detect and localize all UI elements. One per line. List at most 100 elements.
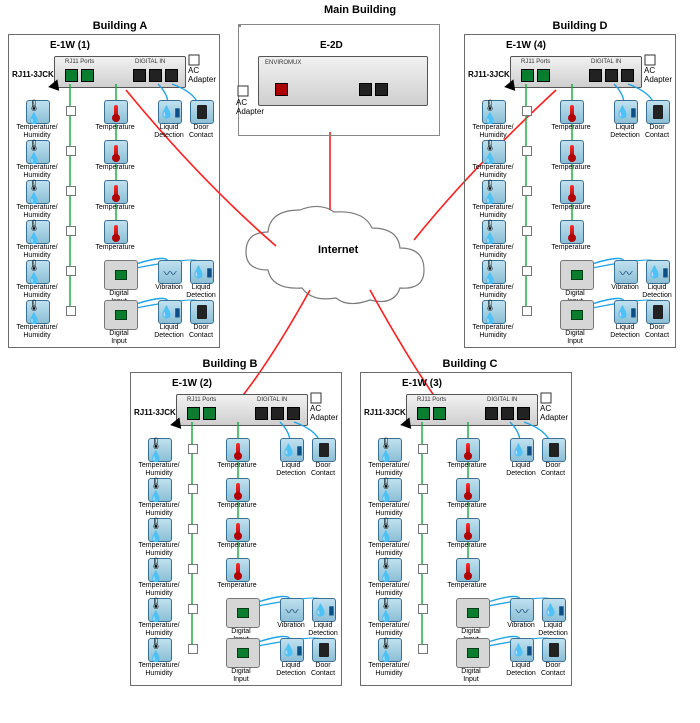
sensor-di-label: DigitalInput [446, 668, 496, 684]
sensor-th-label: Temperature/Humidity [468, 324, 518, 340]
sensor-t-label: Temperature [546, 204, 596, 212]
junction [66, 226, 76, 236]
sensor-th-label: Temperature/Humidity [364, 662, 414, 678]
sensor-th: 🌡💧 [482, 220, 506, 244]
sensor-t-label: Temperature [90, 244, 140, 252]
sensor-liq: 💧▮ [280, 638, 304, 662]
sensor-th-label: Temperature/Humidity [12, 324, 62, 340]
junction [188, 444, 198, 454]
sensor-t [560, 220, 584, 244]
sensor-th-label: Temperature/Humidity [134, 582, 184, 598]
junction [188, 524, 198, 534]
sensor-di [456, 598, 490, 628]
sensor-th: 🌡💧 [26, 100, 50, 124]
diagram-root: { "titles":{ "main":"Main Building","a":… [0, 0, 700, 723]
sensor-t-label: Temperature [212, 502, 262, 510]
ac-main: AC Adapter [236, 84, 264, 116]
ac-d: AC Adapter [644, 54, 672, 84]
device-d-label: E-1W (4) [506, 40, 546, 51]
device-b-label: E-1W (2) [172, 378, 212, 389]
sensor-door [312, 638, 336, 662]
device-a: RJ11 Ports DIGITAL IN [54, 56, 186, 88]
junction [66, 266, 76, 276]
sensor-door [190, 300, 214, 324]
sensor-th-label: Temperature/Humidity [364, 462, 414, 478]
sensor-vib: 〰 [510, 598, 534, 622]
sensor-t-label: Temperature [442, 502, 492, 510]
sensor-th-label: Temperature/Humidity [12, 164, 62, 180]
sensor-liq: 💧▮ [158, 300, 182, 324]
sensor-th-label: Temperature/Humidity [12, 204, 62, 220]
junction [418, 644, 428, 654]
sensor-th-label: Temperature/Humidity [364, 542, 414, 558]
junction [418, 484, 428, 494]
sensor-door-label: DoorContact [298, 662, 348, 678]
sensor-t-label: Temperature [442, 542, 492, 550]
title-b: Building B [180, 358, 280, 370]
sensor-liq-label: LiquidDetection [632, 284, 682, 300]
sensor-door [312, 438, 336, 462]
sensor-t [104, 220, 128, 244]
sensor-t-label: Temperature [546, 244, 596, 252]
sensor-liq: 💧▮ [158, 100, 182, 124]
sensor-liq: 💧▮ [510, 638, 534, 662]
sensor-th: 🌡💧 [148, 518, 172, 542]
sensor-th-label: Temperature/Humidity [134, 622, 184, 638]
sensor-th-label: Temperature/Humidity [134, 462, 184, 478]
sensor-th: 🌡💧 [26, 220, 50, 244]
sensor-di [226, 598, 260, 628]
sensor-di [456, 638, 490, 668]
sensor-t [456, 518, 480, 542]
sensor-vib: 〰 [614, 260, 638, 284]
ac-c: AC Adapter [540, 392, 568, 422]
internet-label: Internet [318, 244, 358, 256]
sensor-th-label: Temperature/Humidity [364, 582, 414, 598]
sensor-th: 🌡💧 [482, 100, 506, 124]
sensor-door-label: DoorContact [176, 324, 226, 340]
sensor-t-label: Temperature [212, 542, 262, 550]
junction [418, 564, 428, 574]
sensor-liq: 💧▮ [614, 300, 638, 324]
sensor-t-label: Temperature [212, 582, 262, 590]
device-d: RJ11 Ports DIGITAL IN [510, 56, 642, 88]
rj11-label-d: RJ11-3JCK [468, 70, 510, 79]
sensor-th-label: Temperature/Humidity [12, 284, 62, 300]
sensor-th-label: Temperature/Humidity [468, 204, 518, 220]
sensor-th: 🌡💧 [148, 438, 172, 462]
device-main-label: E-2D [320, 40, 343, 51]
sensor-liq: 💧▮ [280, 438, 304, 462]
sensor-th: 🌡💧 [482, 300, 506, 324]
sensor-liq: 💧▮ [510, 438, 534, 462]
device-c: RJ11 Ports DIGITAL IN [406, 394, 538, 426]
sensor-vib: 〰 [280, 598, 304, 622]
sensor-th-label: Temperature/Humidity [364, 502, 414, 518]
sensor-th: 🌡💧 [26, 180, 50, 204]
junction [188, 564, 198, 574]
sensor-vib: 〰 [158, 260, 182, 284]
junction [66, 306, 76, 316]
sensor-th-label: Temperature/Humidity [468, 164, 518, 180]
sensor-liq: 💧▮ [646, 260, 670, 284]
sensor-th: 🌡💧 [148, 478, 172, 502]
sensor-th-label: Temperature/Humidity [134, 502, 184, 518]
sensor-door-label: DoorContact [176, 124, 226, 140]
sensor-door-label: DoorContact [528, 662, 578, 678]
sensor-t-label: Temperature [546, 124, 596, 132]
sensor-di [226, 638, 260, 668]
sensor-di-label: DigitalInput [550, 330, 600, 346]
sensor-t [560, 100, 584, 124]
sensor-th: 🌡💧 [482, 260, 506, 284]
sensor-th-label: Temperature/Humidity [468, 124, 518, 140]
sensor-liq-label: LiquidDetection [528, 622, 578, 638]
device-main: ENVIROMUX [258, 56, 428, 106]
sensor-th-label: Temperature/Humidity [468, 284, 518, 300]
sensor-t-label: Temperature [90, 164, 140, 172]
ac-b: AC Adapter [310, 392, 338, 422]
sensor-door-label: DoorContact [632, 124, 682, 140]
junction [522, 226, 532, 236]
sensor-th: 🌡💧 [482, 140, 506, 164]
junction [522, 146, 532, 156]
junction [66, 106, 76, 116]
sensor-th: 🌡💧 [378, 558, 402, 582]
sensor-t [226, 558, 250, 582]
